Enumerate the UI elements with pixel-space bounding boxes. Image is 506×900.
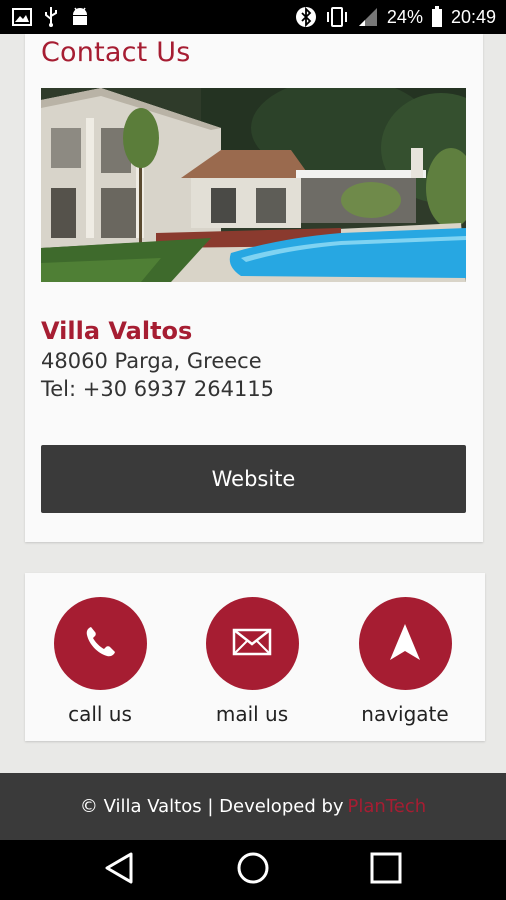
navigate-icon <box>388 622 422 666</box>
battery-percent: 24% <box>386 6 423 27</box>
navigate-label: navigate <box>361 702 449 726</box>
contact-card: Contact Us Villa Valtos 48060 Parga, Gre… <box>25 34 483 542</box>
navigate-action[interactable]: navigate <box>335 597 475 726</box>
recents-icon <box>370 852 402 888</box>
home-button[interactable] <box>235 852 271 888</box>
call-button[interactable] <box>53 597 147 690</box>
villa-name: Villa Valtos <box>41 317 193 345</box>
battery-icon <box>431 6 443 28</box>
navigation-bar <box>0 840 506 900</box>
page-title: Contact Us <box>41 37 191 68</box>
android-icon <box>70 6 90 28</box>
back-button[interactable] <box>101 852 137 888</box>
call-us-action[interactable]: call us <box>30 597 170 726</box>
actions-card: call us mail us navigate <box>25 573 485 741</box>
back-icon <box>104 852 134 888</box>
bluetooth-icon <box>295 6 317 28</box>
developer-link[interactable]: PlanTech <box>348 796 427 817</box>
footer-text: © Villa Valtos | Developed by <box>79 796 344 817</box>
mail-us-action[interactable]: mail us <box>182 597 322 726</box>
home-icon <box>236 851 270 889</box>
phone-number[interactable]: Tel: +30 6937 264115 <box>41 377 274 401</box>
recents-button[interactable] <box>368 852 404 888</box>
website-button[interactable]: Website <box>41 445 466 513</box>
address: 48060 Parga, Greece <box>41 349 262 373</box>
call-us-label: call us <box>68 702 132 726</box>
clock: 20:49 <box>450 6 496 27</box>
image-icon <box>12 8 32 26</box>
signal-icon <box>357 7 379 27</box>
status-bar: 24% 20:49 <box>0 0 506 34</box>
mail-icon <box>232 627 272 661</box>
villa-photo <box>41 88 466 282</box>
mail-button[interactable] <box>205 597 299 690</box>
vibrate-icon <box>325 6 349 28</box>
footer: © Villa Valtos | Developed by PlanTech <box>0 773 506 840</box>
mail-us-label: mail us <box>215 702 289 726</box>
navigate-button[interactable] <box>358 597 452 690</box>
phone-icon <box>80 622 120 666</box>
usb-icon <box>44 6 58 28</box>
